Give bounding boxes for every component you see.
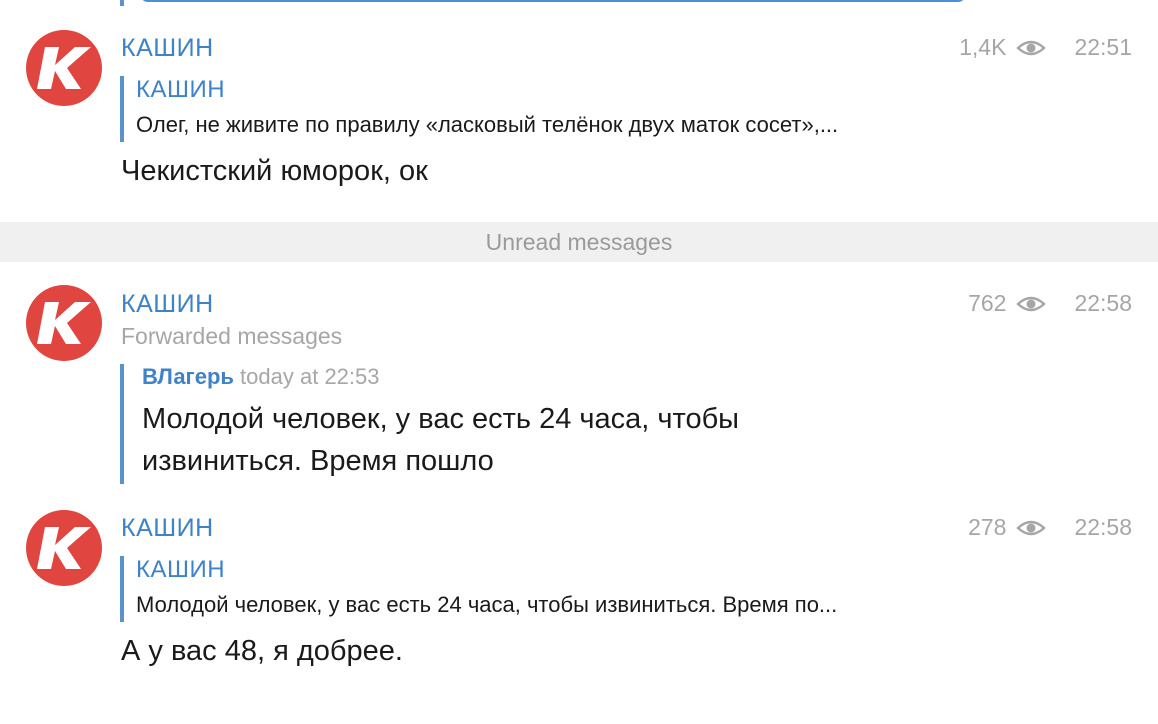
message-meta: 762 22:58 xyxy=(968,290,1132,317)
previous-quote-bar xyxy=(120,0,124,6)
reply-text: Олег, не живите по правилу «ласковый тел… xyxy=(136,112,839,137)
message-time: 22:58 xyxy=(1074,514,1132,540)
view-count: 1,4K xyxy=(959,34,1007,60)
previous-message-frame xyxy=(140,0,966,2)
kashin-logo-icon xyxy=(37,527,91,569)
message-author[interactable]: КАШИН xyxy=(121,34,214,63)
kashin-logo-icon xyxy=(37,47,91,89)
unread-messages-divider: Unread messages xyxy=(0,222,1158,262)
eye-icon xyxy=(1016,520,1047,535)
view-count: 278 xyxy=(968,514,1007,540)
forwarded-label: Forwarded messages xyxy=(121,323,343,349)
eye-icon xyxy=(1016,40,1047,55)
view-count: 762 xyxy=(968,290,1007,316)
unread-label: Unread messages xyxy=(485,228,673,255)
avatar[interactable] xyxy=(26,285,102,361)
message-meta: 278 22:58 xyxy=(968,514,1132,541)
message-time: 22:58 xyxy=(1074,290,1132,316)
message-time: 22:51 xyxy=(1074,34,1132,60)
forwarded-text: Молодой человек, у вас есть 24 часа, что… xyxy=(142,403,740,477)
forwarded-message[interactable]: ВЛагерь today at 22:53 Молодой человек, … xyxy=(120,364,862,484)
reply-text: Молодой человек, у вас есть 24 часа, что… xyxy=(136,592,838,617)
forwarded-header: ВЛагерь today at 22:53 xyxy=(142,364,862,390)
forwarded-author[interactable]: ВЛагерь xyxy=(142,364,234,389)
avatar[interactable] xyxy=(26,30,102,106)
reply-quote[interactable]: КАШИН Олег, не живите по правилу «ласков… xyxy=(120,76,838,142)
message-text: Чекистский юморок, ок xyxy=(121,155,428,187)
kashin-logo-icon xyxy=(37,302,91,344)
reply-author: КАШИН xyxy=(136,556,226,583)
message-author[interactable]: КАШИН xyxy=(121,514,214,543)
reply-quote[interactable]: КАШИН Молодой человек, у вас есть 24 час… xyxy=(120,556,837,622)
message-author[interactable]: КАШИН xyxy=(121,290,214,319)
reply-author: КАШИН xyxy=(136,76,226,103)
forwarded-date: today at 22:53 xyxy=(240,364,380,389)
message-meta: 1,4K 22:51 xyxy=(959,34,1132,61)
eye-icon xyxy=(1016,296,1047,311)
message-text: А у вас 48, я добрее. xyxy=(121,635,403,667)
avatar[interactable] xyxy=(26,510,102,586)
